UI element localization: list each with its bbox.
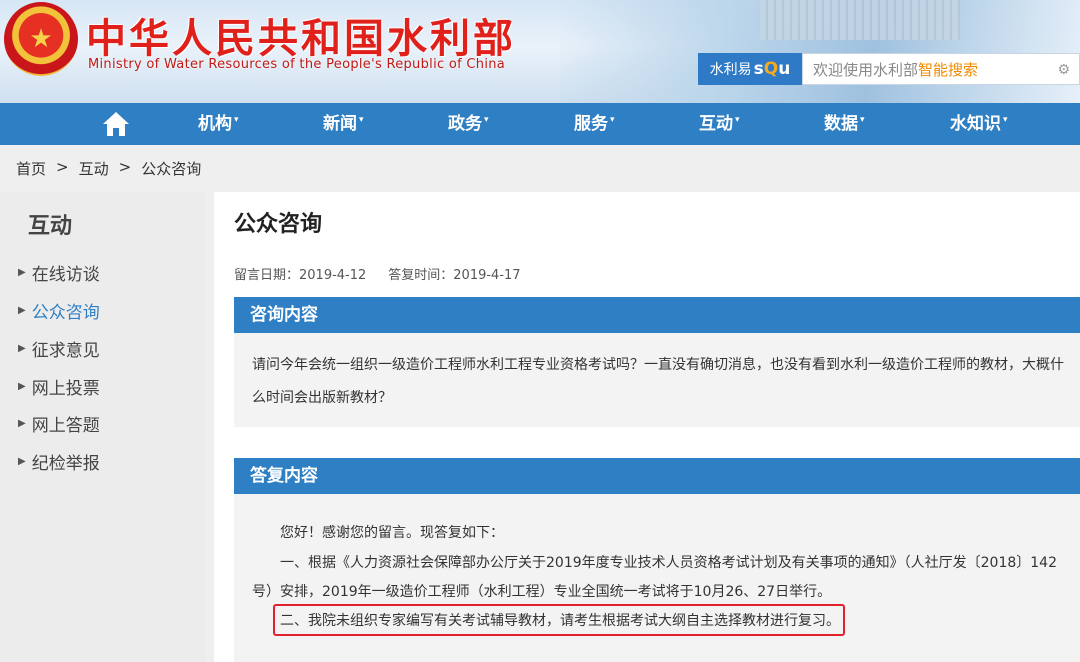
search-placeholder-highlight: 智能搜索 — [918, 60, 979, 79]
nav-item-news[interactable]: 新闻 ▾ — [323, 103, 364, 145]
nav-item-interaction[interactable]: 互动 ▾ — [699, 103, 740, 145]
search-input[interactable]: 欢迎使用水利部 智能搜索 — [802, 53, 1080, 85]
site-header: ★ 中华人民共和国水利部 Ministry of Water Resources… — [0, 0, 1080, 103]
national-emblem-icon[interactable]: ★ — [4, 2, 78, 76]
main-content: 公众咨询 留言日期：2019-4-12 答复时间：2019-4-17 咨询内容 … — [214, 192, 1080, 662]
site-subtitle: Ministry of Water Resources of the Peopl… — [88, 57, 506, 72]
nav-item-data[interactable]: 数据 ▾ — [824, 103, 865, 145]
gear-icon[interactable]: ⚙ — [1057, 62, 1070, 78]
triangle-right-icon: ▶ — [18, 381, 26, 392]
squ-logo-icon: sQu — [753, 59, 791, 79]
triangle-right-icon: ▶ — [18, 343, 26, 354]
answer-heading: 答复内容 — [234, 458, 1080, 494]
triangle-right-icon: ▶ — [18, 267, 26, 278]
question-heading: 咨询内容 — [234, 297, 1080, 333]
nav-item-gov[interactable]: 政务 ▾ — [448, 103, 489, 145]
answer-body: 您好！感谢您的留言。现答复如下： 一、根据《人力资源社会保障部办公厅关于2019… — [234, 494, 1080, 662]
message-date: 留言日期：2019-4-12 — [234, 268, 367, 283]
triangle-right-icon: ▶ — [18, 456, 26, 467]
breadcrumb: 首页 > 互动 > 公众咨询 — [16, 158, 201, 179]
breadcrumb-separator: > — [118, 158, 132, 176]
sidebar-item-public-consult[interactable]: ▶ 公众咨询 — [18, 298, 100, 323]
answer-para1-line2: 号）安排，2019年一级造价工程师（水利工程）专业全国统一考试将于10月26、2… — [252, 584, 832, 600]
home-icon[interactable] — [102, 111, 130, 137]
answer-para1-line1: 一、根据《人力资源社会保障部办公厅关于2019年度专业技术人员资格考试计划及有关… — [280, 555, 1057, 571]
triangle-right-icon: ▶ — [18, 418, 26, 429]
message-meta: 留言日期：2019-4-12 答复时间：2019-4-17 — [234, 264, 521, 283]
answer-greeting: 您好！感谢您的留言。现答复如下： — [280, 525, 504, 541]
breadcrumb-current: 公众咨询 — [141, 160, 202, 178]
nav-item-services[interactable]: 服务 ▾ — [574, 103, 615, 145]
search-brand-logo[interactable]: 水利易 sQu — [698, 53, 802, 85]
sidebar-item-online-voting[interactable]: ▶ 网上投票 — [18, 374, 100, 399]
search-placeholder-prefix: 欢迎使用水利部 — [813, 60, 919, 79]
sidebar-item-solicit-opinions[interactable]: ▶ 征求意见 — [18, 336, 100, 361]
breadcrumb-home[interactable]: 首页 — [16, 158, 46, 179]
question-body: 请问今年会统一组织一级造价工程师水利工程专业资格考试吗？一直没有确切消息，也没有… — [234, 333, 1080, 427]
highlight-box — [273, 604, 845, 636]
page-title: 公众咨询 — [234, 212, 323, 237]
search-brand-prefix: 水利易 — [709, 62, 752, 78]
header-dam-image — [760, 0, 960, 40]
sidebar-item-online-quiz[interactable]: ▶ 网上答题 — [18, 411, 100, 436]
main-nav: 机构 ▾ 新闻 ▾ 政务 ▾ 服务 ▾ 互动 ▾ 数据 ▾ 水知识 ▾ — [0, 103, 1080, 145]
nav-item-org[interactable]: 机构 ▾ — [198, 103, 239, 145]
sidebar: 互动 ▶ 在线访谈 ▶ 公众咨询 ▶ 征求意见 ▶ 网上投票 ▶ 网上答题 ▶ 纪检举报 — [0, 192, 205, 662]
triangle-right-icon: ▶ — [18, 305, 26, 316]
question-text: 请问今年会统一组织一级造价工程师水利工程专业资格考试吗？一直没有确切消息，也没有… — [252, 357, 1064, 406]
sidebar-item-discipline-report[interactable]: ▶ 纪检举报 — [18, 449, 100, 474]
reply-date: 答复时间：2019-4-17 — [388, 268, 521, 283]
sidebar-title: 互动 — [28, 214, 73, 239]
site-title[interactable]: 中华人民共和国水利部 — [86, 6, 516, 64]
nav-item-water-knowledge[interactable]: 水知识 ▾ — [950, 103, 1008, 145]
breadcrumb-separator: > — [56, 158, 69, 176]
breadcrumb-interaction[interactable]: 互动 — [79, 158, 109, 179]
sidebar-item-online-interview[interactable]: ▶ 在线访谈 — [18, 260, 100, 285]
search-bar: 水利易 sQu 欢迎使用水利部 智能搜索 ⚙ — [698, 53, 1080, 85]
